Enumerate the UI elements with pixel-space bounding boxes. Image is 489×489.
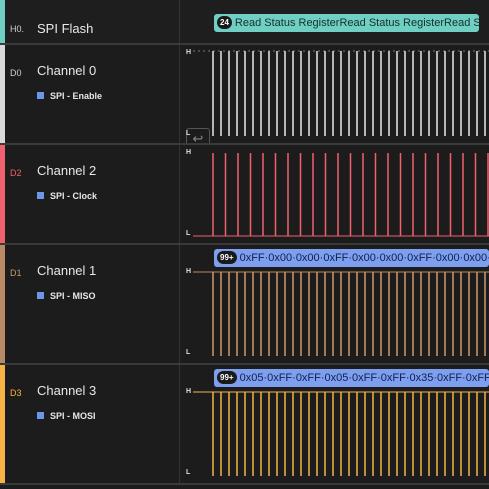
channel-name: Channel 1 xyxy=(37,263,97,278)
signal-color-square xyxy=(37,92,44,99)
group-row-spi-flash[interactable]: H0. SPI Flash 24 Read Status RegisterRead… xyxy=(0,0,489,43)
channel-id: D2 xyxy=(10,168,22,178)
channel-id: D0 xyxy=(10,68,22,78)
waveform-d2[interactable] xyxy=(181,145,489,243)
channel-row-d3[interactable]: D3 Channel 3 SPI - MOSI 99+ 0x05·0xFF·0xF… xyxy=(0,365,489,483)
channel-name: Channel 0 xyxy=(37,63,97,78)
signal-name: SPI - MOSI xyxy=(50,411,96,421)
group-id: H0. xyxy=(10,24,25,34)
signal-name: SPI - Clock xyxy=(50,191,98,201)
channel-row-d0[interactable]: D0 Channel 0 SPI - Enable ↩ H L xyxy=(0,45,489,150)
bottom-strip xyxy=(0,485,489,489)
group-color-stripe xyxy=(0,0,5,43)
signal-label: SPI - Enable xyxy=(37,91,102,101)
channel-label-d2[interactable]: D2 Channel 2 SPI - Clock xyxy=(0,145,180,243)
channel-row-d2[interactable]: D2 Channel 2 SPI - Clock H L xyxy=(0,145,489,243)
channel-color-stripe xyxy=(0,45,5,143)
signal-color-square xyxy=(37,192,44,199)
group-name: SPI Flash xyxy=(37,21,94,36)
group-label[interactable]: H0. SPI Flash xyxy=(0,0,180,43)
waveform-d1[interactable] xyxy=(181,245,489,363)
group-annotation-pill[interactable]: 24 Read Status RegisterRead Status Regist… xyxy=(214,14,479,32)
channel-name: Channel 3 xyxy=(37,383,97,398)
channel-label-d3[interactable]: D3 Channel 3 SPI - MOSI xyxy=(0,365,180,483)
channel-color-stripe xyxy=(0,145,5,243)
signal-label: SPI - MISO xyxy=(37,291,96,301)
channel-row-d1[interactable]: D1 Channel 1 SPI - MISO 99+ 0xFF·0x00·0x0… xyxy=(0,245,489,363)
signal-name: SPI - MISO xyxy=(50,291,96,301)
channel-label-d1[interactable]: D1 Channel 1 SPI - MISO xyxy=(0,245,180,363)
channel-name: Channel 2 xyxy=(37,163,97,178)
signal-label: SPI - MOSI xyxy=(37,411,96,421)
signal-label: SPI - Clock xyxy=(37,191,97,201)
signal-color-square xyxy=(37,292,44,299)
signal-name: SPI - Enable xyxy=(50,91,103,101)
channel-color-stripe xyxy=(0,365,5,483)
channel-color-stripe xyxy=(0,245,5,363)
channel-id: D3 xyxy=(10,388,22,398)
channel-id: D1 xyxy=(10,268,22,278)
annotation-count-badge: 24 xyxy=(217,16,232,29)
waveform-d3[interactable] xyxy=(181,365,489,483)
signal-color-square xyxy=(37,412,44,419)
channel-label-d0[interactable]: D0 Channel 0 SPI - Enable xyxy=(0,45,180,143)
waveform-d0[interactable] xyxy=(181,45,489,143)
annotation-text: Read Status RegisterRead Status Register… xyxy=(234,17,479,29)
